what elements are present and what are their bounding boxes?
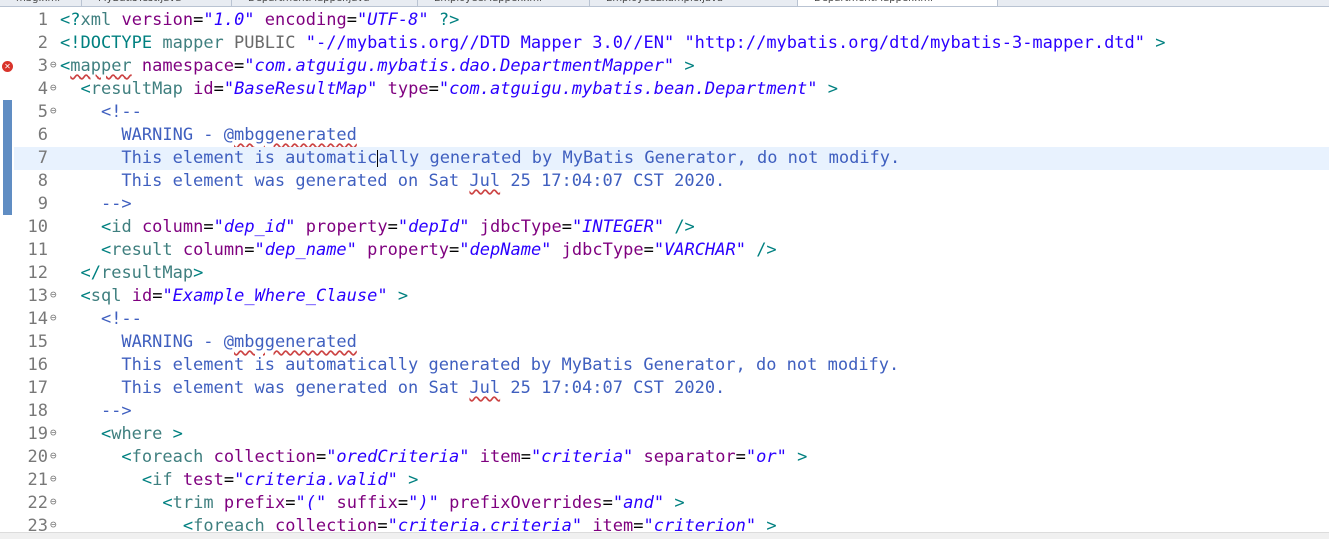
- fold-toggle-icon[interactable]: ⊖: [50, 421, 57, 444]
- line-number: 20: [27, 447, 48, 467]
- code-line[interactable]: 16 This element is automatically generat…: [14, 354, 1329, 377]
- code-line[interactable]: 9 -->: [14, 193, 1329, 216]
- vertical-ruler: ✕: [0, 7, 14, 539]
- code-line[interactable]: 10 <id column="dep_id" property="depId" …: [14, 216, 1329, 239]
- editor-tab[interactable]: mbg.xml: [0, 0, 82, 6]
- code-line[interactable]: 4 ⊖ <resultMap id="BaseResultMap" type="c…: [14, 78, 1329, 101]
- code-line[interactable]: 8 This element was generated on Sat Jul …: [14, 170, 1329, 193]
- editor-tab[interactable]: EmployeeMapper.xml: [418, 0, 590, 6]
- line-number: 3: [37, 56, 48, 76]
- code-text: <mapper namespace="com.atguigu.mybatis.d…: [60, 56, 695, 76]
- code-text: <!--: [100, 309, 142, 329]
- line-number: 6: [37, 125, 48, 145]
- code-text: </resultMap>: [80, 263, 204, 283]
- line-number: 1: [37, 10, 48, 30]
- line-number: 10: [27, 217, 48, 237]
- fold-toggle-icon[interactable]: ⊖: [50, 444, 57, 467]
- fold-toggle-icon[interactable]: ⊖: [50, 283, 57, 306]
- code-text: <!--: [100, 102, 142, 122]
- code-text: This element was generated on Sat Jul 25…: [60, 378, 726, 398]
- code-line[interactable]: 1 <?xml version="1.0" encoding="UTF-8" ?>: [14, 9, 1329, 32]
- editor-tab-bar: mbg.xmlMyBatisTest.javaDepartmentMapper.…: [0, 0, 1329, 7]
- line-number: 11: [27, 240, 48, 260]
- editor-tab[interactable]: DepartmentMapper.xml: [798, 0, 998, 6]
- code-text: <id column="dep_id" property="depId" jdb…: [100, 217, 695, 237]
- line-number: 19: [27, 424, 48, 444]
- code-line[interactable]: 19 ⊖ <where >: [14, 423, 1329, 446]
- code-text: WARNING - @mbggenerated: [60, 332, 357, 352]
- line-number: 5: [37, 102, 48, 122]
- fold-toggle-icon[interactable]: ⊖: [50, 467, 57, 490]
- code-line[interactable]: 12 </resultMap>: [14, 262, 1329, 285]
- code-text: <resultMap id="BaseResultMap" type="com.…: [80, 79, 839, 99]
- editor-tab[interactable]: DepartmentMapper.java: [232, 0, 418, 6]
- line-number: 13: [27, 286, 48, 306]
- fold-toggle-icon[interactable]: ⊖: [50, 53, 57, 76]
- code-line[interactable]: 3 ⊖ <mapper namespace="com.atguigu.mybatis…: [14, 55, 1329, 78]
- code-line[interactable]: 2 <!DOCTYPE mapper PUBLIC "-//mybatis.org…: [14, 32, 1329, 55]
- code-line[interactable]: 13 ⊖ <sql id="Example_Where_Clause" >: [14, 285, 1329, 308]
- code-line[interactable]: 7 This element is automatically generate…: [14, 147, 1329, 170]
- code-text: This element is automatically generated …: [60, 355, 900, 375]
- code-line[interactable]: 18 -->: [14, 400, 1329, 423]
- code-text: <where >: [100, 424, 183, 444]
- editor-tab[interactable]: EmployeeExample.java: [590, 0, 798, 6]
- quick-diff-change-marker: [3, 100, 12, 215]
- line-number: 7: [37, 148, 48, 168]
- code-line[interactable]: 5 ⊖ <!--: [14, 101, 1329, 124]
- code-text: -->: [60, 401, 132, 421]
- line-number: 12: [27, 263, 48, 283]
- code-text: <trim prefix="(" suffix=")" prefixOverri…: [162, 493, 685, 513]
- code-text: <if test="criteria.valid" >: [141, 470, 419, 490]
- code-text: <result column="dep_name" property="depN…: [100, 240, 777, 260]
- code-text: This element is automatically generated …: [60, 148, 901, 168]
- line-number: 22: [27, 493, 48, 513]
- line-number: 21: [27, 470, 48, 490]
- code-line[interactable]: 11 <result column="dep_name" property="d…: [14, 239, 1329, 262]
- code-text: <?xml version="1.0" encoding="UTF-8" ?>: [60, 10, 460, 30]
- error-marker-icon[interactable]: ✕: [2, 61, 13, 72]
- fold-toggle-icon[interactable]: ⊖: [50, 99, 57, 122]
- horizontal-scrollbar[interactable]: [0, 532, 1329, 539]
- fold-toggle-icon[interactable]: ⊖: [50, 490, 57, 513]
- line-number: 17: [27, 378, 48, 398]
- code-text: <!DOCTYPE mapper PUBLIC "-//mybatis.org/…: [60, 33, 1166, 53]
- line-number: 16: [27, 355, 48, 375]
- editor-tab[interactable]: MyBatisTest.java: [82, 0, 232, 6]
- code-line[interactable]: 6 WARNING - @mbggenerated: [14, 124, 1329, 147]
- code-text: -->: [60, 194, 132, 214]
- fold-toggle-icon[interactable]: ⊖: [50, 76, 57, 99]
- line-number: 2: [37, 33, 48, 53]
- line-number: 15: [27, 332, 48, 352]
- line-number: 14: [27, 309, 48, 329]
- line-number: 8: [37, 171, 48, 191]
- code-editor[interactable]: 1 <?xml version="1.0" encoding="UTF-8" ?>…: [14, 9, 1329, 538]
- line-number: 9: [37, 194, 48, 214]
- code-line[interactable]: 17 This element was generated on Sat Jul…: [14, 377, 1329, 400]
- code-text: This element was generated on Sat Jul 25…: [60, 171, 726, 191]
- code-line[interactable]: 21 ⊖ <if test="criteria.valid" >: [14, 469, 1329, 492]
- code-line[interactable]: 14 ⊖ <!--: [14, 308, 1329, 331]
- code-text: <foreach collection="oredCriteria" item=…: [121, 447, 808, 467]
- line-number: 4: [37, 79, 48, 99]
- code-line[interactable]: 22 ⊖ <trim prefix="(" suffix=")" prefixOv…: [14, 492, 1329, 515]
- line-number: 18: [27, 401, 48, 421]
- code-text: WARNING - @mbggenerated: [60, 125, 357, 145]
- fold-toggle-icon[interactable]: ⊖: [50, 306, 57, 329]
- code-line[interactable]: 15 WARNING - @mbggenerated: [14, 331, 1329, 354]
- code-text: <sql id="Example_Where_Clause" >: [80, 286, 409, 306]
- code-line[interactable]: 20 ⊖ <foreach collection="oredCriteria" i…: [14, 446, 1329, 469]
